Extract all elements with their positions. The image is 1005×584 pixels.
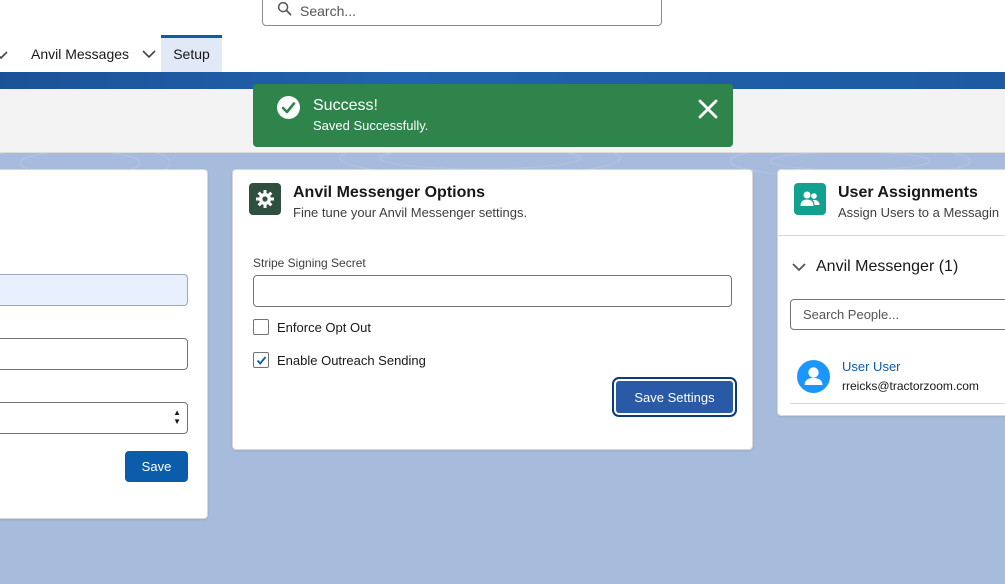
- anvil-messenger-section-toggle[interactable]: Anvil Messenger (1): [792, 258, 958, 276]
- divider: [778, 235, 1005, 236]
- enable-outreach-checkbox[interactable]: Enable Outreach Sending: [253, 352, 426, 368]
- checkbox-checked[interactable]: [253, 352, 269, 368]
- global-search-input[interactable]: [300, 3, 600, 19]
- select-field[interactable]: ▲ ▼: [0, 402, 188, 434]
- close-icon[interactable]: [697, 98, 719, 120]
- nav-item-anvil-messages[interactable]: Anvil Messages: [31, 35, 156, 72]
- enforce-opt-out-checkbox[interactable]: Enforce Opt Out: [253, 319, 371, 335]
- text-field[interactable]: [0, 274, 188, 306]
- chevron-down-icon[interactable]: [0, 47, 8, 65]
- stripe-secret-input[interactable]: [253, 275, 732, 307]
- toast-title: Success!: [313, 97, 378, 114]
- card-subtitle: Assign Users to a Messagin: [838, 205, 1000, 220]
- left-settings-card: ▲ ▼ Save: [0, 169, 208, 519]
- chevron-down-icon: [792, 263, 806, 272]
- checkbox-unchecked[interactable]: [253, 319, 269, 335]
- gear-icon: [249, 183, 281, 215]
- users-icon: [794, 183, 826, 215]
- user-avatar-icon: [797, 360, 830, 393]
- checkbox-label: Enable Outreach Sending: [277, 352, 426, 368]
- user-email: rreicks@tractorzoom.com: [842, 379, 979, 393]
- user-assignments-card: User Assignments Assign Users to a Messa…: [777, 169, 1005, 416]
- toast-message: Saved Successfully.: [313, 118, 429, 133]
- anvil-messenger-options-card: Anvil Messenger Options Fine tune your A…: [232, 169, 753, 450]
- chevron-down-icon[interactable]: [142, 46, 156, 62]
- checkmark-icon: [256, 355, 266, 365]
- card-title: Anvil Messenger Options: [293, 184, 486, 201]
- card-subtitle: Fine tune your Anvil Messenger settings.: [293, 205, 528, 220]
- navigation-bar: Anvil Messages Setup: [0, 35, 1005, 72]
- save-settings-button[interactable]: Save Settings: [612, 377, 737, 417]
- user-name-link[interactable]: User User: [842, 359, 901, 374]
- nav-item-label: Anvil Messages: [31, 45, 130, 62]
- stripe-secret-label: Stripe Signing Secret: [253, 256, 366, 270]
- nav-tab-setup[interactable]: Setup: [161, 35, 222, 72]
- nav-item-label: Setup: [173, 45, 210, 62]
- search-icon: [277, 1, 292, 21]
- global-search[interactable]: [262, 0, 662, 26]
- success-check-icon: [277, 96, 300, 119]
- select-arrows-icon: ▲ ▼: [173, 408, 181, 426]
- save-button[interactable]: Save: [125, 451, 188, 482]
- text-field[interactable]: [0, 338, 188, 370]
- search-people-input[interactable]: [790, 299, 1005, 330]
- divider: [790, 403, 1005, 404]
- checkbox-label: Enforce Opt Out: [277, 319, 371, 335]
- success-toast: Success! Saved Successfully.: [253, 84, 733, 147]
- card-title: User Assignments: [838, 184, 978, 201]
- section-label: Anvil Messenger (1): [816, 258, 959, 275]
